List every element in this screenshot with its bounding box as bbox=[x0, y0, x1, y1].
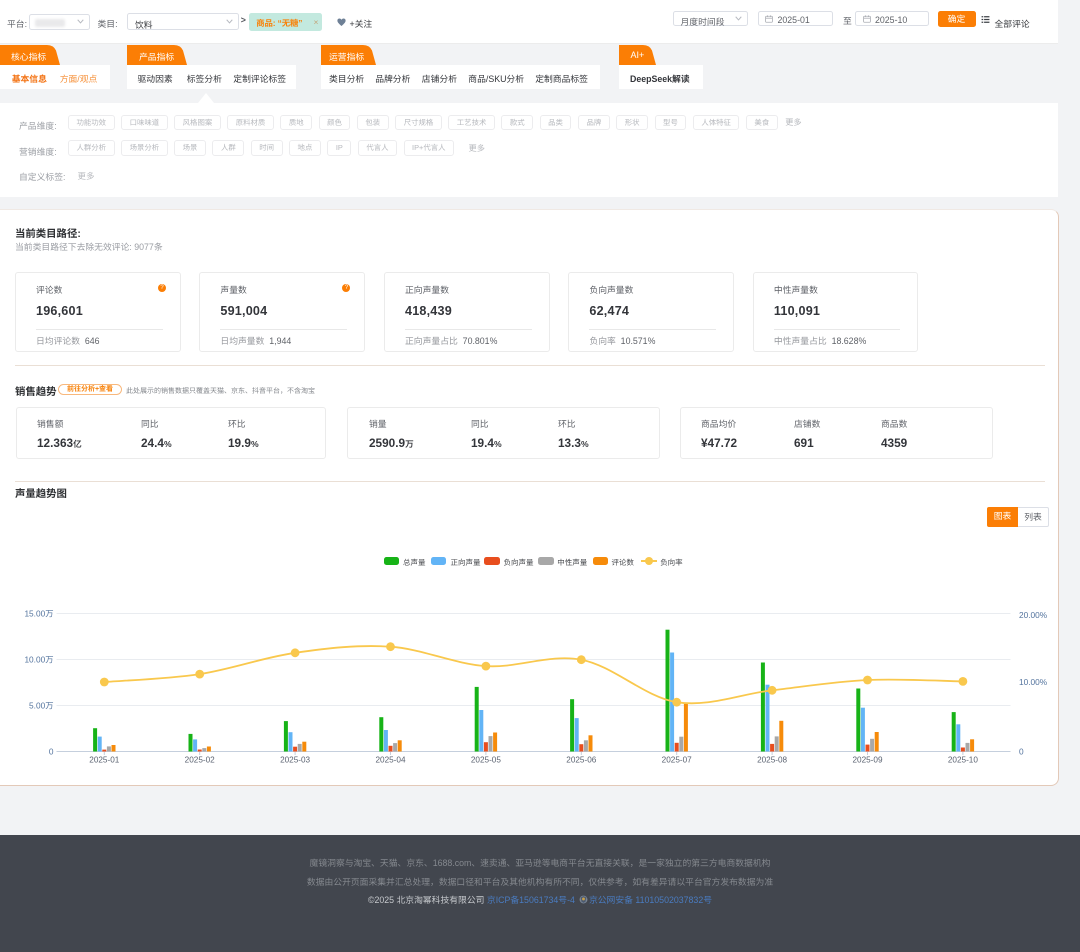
svg-text:10.00%: 10.00% bbox=[1019, 677, 1048, 687]
svg-text:20.00%: 20.00% bbox=[1019, 610, 1048, 620]
svg-text:10.00万: 10.00万 bbox=[24, 655, 53, 665]
svg-text:2025-02: 2025-02 bbox=[185, 755, 215, 764]
svg-text:2025-10: 2025-10 bbox=[948, 755, 978, 764]
svg-text:2025-05: 2025-05 bbox=[471, 755, 501, 764]
svg-text:2025-04: 2025-04 bbox=[375, 755, 405, 764]
svg-text:2025-08: 2025-08 bbox=[757, 755, 787, 764]
svg-text:0: 0 bbox=[1019, 747, 1024, 757]
svg-text:2025-03: 2025-03 bbox=[280, 755, 310, 764]
svg-text:2025-07: 2025-07 bbox=[662, 755, 692, 764]
svg-text:5.00万: 5.00万 bbox=[29, 701, 53, 711]
svg-text:2025-01: 2025-01 bbox=[89, 755, 119, 764]
svg-text:2025-06: 2025-06 bbox=[566, 755, 596, 764]
svg-text:0: 0 bbox=[49, 747, 54, 757]
svg-text:15.00万: 15.00万 bbox=[24, 609, 53, 619]
svg-text:2025-09: 2025-09 bbox=[852, 755, 882, 764]
